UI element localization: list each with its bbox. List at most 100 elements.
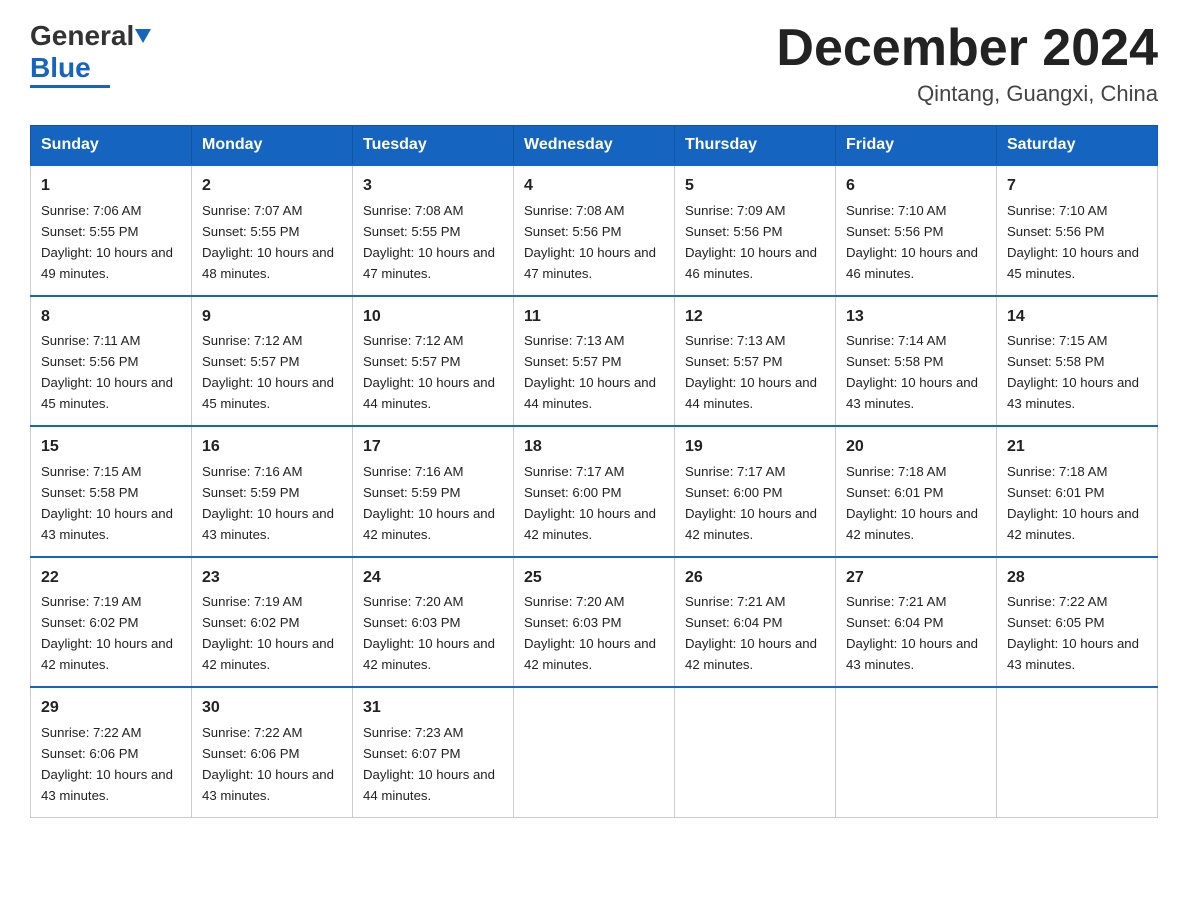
- calendar-cell: [675, 687, 836, 817]
- calendar-cell: 4 Sunrise: 7:08 AMSunset: 5:56 PMDaylight…: [514, 165, 675, 295]
- calendar-cell: 21 Sunrise: 7:18 AMSunset: 6:01 PMDayligh…: [997, 426, 1158, 556]
- day-info: Sunrise: 7:17 AMSunset: 6:00 PMDaylight:…: [524, 464, 656, 542]
- calendar-week-4: 22 Sunrise: 7:19 AMSunset: 6:02 PMDayligh…: [31, 557, 1158, 687]
- calendar-cell: 16 Sunrise: 7:16 AMSunset: 5:59 PMDayligh…: [192, 426, 353, 556]
- day-info: Sunrise: 7:20 AMSunset: 6:03 PMDaylight:…: [524, 594, 656, 672]
- header-row: Sunday Monday Tuesday Wednesday Thursday…: [31, 126, 1158, 166]
- calendar-cell: [836, 687, 997, 817]
- day-info: Sunrise: 7:19 AMSunset: 6:02 PMDaylight:…: [41, 594, 173, 672]
- calendar-table: Sunday Monday Tuesday Wednesday Thursday…: [30, 125, 1158, 817]
- calendar-cell: 3Sunrise: 7:08 AMSunset: 5:55 PMDaylight…: [353, 165, 514, 295]
- day-number: 6: [846, 174, 986, 199]
- col-monday: Monday: [192, 126, 353, 166]
- calendar-week-3: 15Sunrise: 7:15 AMSunset: 5:58 PMDayligh…: [31, 426, 1158, 556]
- day-info: Sunrise: 7:12 AMSunset: 5:57 PMDaylight:…: [363, 333, 495, 411]
- logo: General Blue: [30, 20, 151, 88]
- day-info: Sunrise: 7:22 AMSunset: 6:06 PMDaylight:…: [41, 725, 173, 803]
- day-info: Sunrise: 7:18 AMSunset: 6:01 PMDaylight:…: [1007, 464, 1139, 542]
- day-info: Sunrise: 7:21 AMSunset: 6:04 PMDaylight:…: [685, 594, 817, 672]
- day-info: Sunrise: 7:20 AMSunset: 6:03 PMDaylight:…: [363, 594, 495, 672]
- calendar-cell: 6 Sunrise: 7:10 AMSunset: 5:56 PMDaylight…: [836, 165, 997, 295]
- logo-row: General: [30, 20, 151, 52]
- day-info: Sunrise: 7:14 AMSunset: 5:58 PMDaylight:…: [846, 333, 978, 411]
- day-number: 23: [202, 566, 342, 591]
- day-info: Sunrise: 7:18 AMSunset: 6:01 PMDaylight:…: [846, 464, 978, 542]
- day-number: 25: [524, 566, 664, 591]
- calendar-cell: 15Sunrise: 7:15 AMSunset: 5:58 PMDayligh…: [31, 426, 192, 556]
- day-number: 13: [846, 305, 986, 330]
- day-number: 1: [41, 174, 181, 199]
- calendar-cell: 26 Sunrise: 7:21 AMSunset: 6:04 PMDayligh…: [675, 557, 836, 687]
- col-tuesday: Tuesday: [353, 126, 514, 166]
- calendar-cell: [997, 687, 1158, 817]
- calendar-cell: 14 Sunrise: 7:15 AMSunset: 5:58 PMDayligh…: [997, 296, 1158, 426]
- calendar-cell: 7Sunrise: 7:10 AMSunset: 5:56 PMDaylight…: [997, 165, 1158, 295]
- calendar-body: 1 Sunrise: 7:06 AMSunset: 5:55 PMDaylight…: [31, 165, 1158, 817]
- day-number: 24: [363, 566, 503, 591]
- calendar-cell: 19 Sunrise: 7:17 AMSunset: 6:00 PMDayligh…: [675, 426, 836, 556]
- day-info: Sunrise: 7:09 AMSunset: 5:56 PMDaylight:…: [685, 203, 817, 281]
- day-number: 9: [202, 305, 342, 330]
- day-number: 26: [685, 566, 825, 591]
- day-number: 20: [846, 435, 986, 460]
- day-info: Sunrise: 7:22 AMSunset: 6:05 PMDaylight:…: [1007, 594, 1139, 672]
- day-info: Sunrise: 7:22 AMSunset: 6:06 PMDaylight:…: [202, 725, 334, 803]
- calendar-cell: 31Sunrise: 7:23 AMSunset: 6:07 PMDayligh…: [353, 687, 514, 817]
- calendar-cell: [514, 687, 675, 817]
- logo-blue-row: Blue: [30, 52, 91, 84]
- title-area: December 2024 Qintang, Guangxi, China: [776, 20, 1158, 107]
- day-number: 28: [1007, 566, 1147, 591]
- calendar-cell: 17Sunrise: 7:16 AMSunset: 5:59 PMDayligh…: [353, 426, 514, 556]
- day-number: 15: [41, 435, 181, 460]
- calendar-cell: 22 Sunrise: 7:19 AMSunset: 6:02 PMDayligh…: [31, 557, 192, 687]
- calendar-cell: 29Sunrise: 7:22 AMSunset: 6:06 PMDayligh…: [31, 687, 192, 817]
- logo-general-text: General: [30, 20, 134, 52]
- calendar-cell: 11Sunrise: 7:13 AMSunset: 5:57 PMDayligh…: [514, 296, 675, 426]
- day-info: Sunrise: 7:16 AMSunset: 5:59 PMDaylight:…: [363, 464, 495, 542]
- day-info: Sunrise: 7:12 AMSunset: 5:57 PMDaylight:…: [202, 333, 334, 411]
- day-info: Sunrise: 7:17 AMSunset: 6:00 PMDaylight:…: [685, 464, 817, 542]
- calendar-cell: 12 Sunrise: 7:13 AMSunset: 5:57 PMDayligh…: [675, 296, 836, 426]
- day-number: 18: [524, 435, 664, 460]
- calendar-cell: 24 Sunrise: 7:20 AMSunset: 6:03 PMDayligh…: [353, 557, 514, 687]
- calendar-cell: 18 Sunrise: 7:17 AMSunset: 6:00 PMDayligh…: [514, 426, 675, 556]
- day-info: Sunrise: 7:21 AMSunset: 6:04 PMDaylight:…: [846, 594, 978, 672]
- day-number: 21: [1007, 435, 1147, 460]
- day-number: 8: [41, 305, 181, 330]
- day-info: Sunrise: 7:15 AMSunset: 5:58 PMDaylight:…: [1007, 333, 1139, 411]
- day-number: 14: [1007, 305, 1147, 330]
- col-sunday: Sunday: [31, 126, 192, 166]
- calendar-cell: 28 Sunrise: 7:22 AMSunset: 6:05 PMDayligh…: [997, 557, 1158, 687]
- calendar-cell: 13 Sunrise: 7:14 AMSunset: 5:58 PMDayligh…: [836, 296, 997, 426]
- day-number: 30: [202, 696, 342, 721]
- calendar-week-1: 1 Sunrise: 7:06 AMSunset: 5:55 PMDaylight…: [31, 165, 1158, 295]
- day-info: Sunrise: 7:11 AMSunset: 5:56 PMDaylight:…: [41, 333, 173, 411]
- day-number: 3: [363, 174, 503, 199]
- day-info: Sunrise: 7:19 AMSunset: 6:02 PMDaylight:…: [202, 594, 334, 672]
- day-number: 27: [846, 566, 986, 591]
- calendar-cell: 20 Sunrise: 7:18 AMSunset: 6:01 PMDayligh…: [836, 426, 997, 556]
- day-info: Sunrise: 7:06 AMSunset: 5:55 PMDaylight:…: [41, 203, 173, 281]
- day-number: 19: [685, 435, 825, 460]
- day-info: Sunrise: 7:13 AMSunset: 5:57 PMDaylight:…: [524, 333, 656, 411]
- calendar-cell: 5 Sunrise: 7:09 AMSunset: 5:56 PMDaylight…: [675, 165, 836, 295]
- day-info: Sunrise: 7:08 AMSunset: 5:56 PMDaylight:…: [524, 203, 656, 281]
- day-info: Sunrise: 7:10 AMSunset: 5:56 PMDaylight:…: [846, 203, 978, 281]
- calendar-cell: 2Sunrise: 7:07 AMSunset: 5:55 PMDaylight…: [192, 165, 353, 295]
- day-number: 4: [524, 174, 664, 199]
- calendar-header: Sunday Monday Tuesday Wednesday Thursday…: [31, 126, 1158, 166]
- col-wednesday: Wednesday: [514, 126, 675, 166]
- day-info: Sunrise: 7:13 AMSunset: 5:57 PMDaylight:…: [685, 333, 817, 411]
- day-number: 16: [202, 435, 342, 460]
- logo-icon: [135, 29, 151, 43]
- logo-blue-text: Blue: [30, 52, 91, 84]
- day-number: 22: [41, 566, 181, 591]
- calendar-cell: 10Sunrise: 7:12 AMSunset: 5:57 PMDayligh…: [353, 296, 514, 426]
- day-number: 12: [685, 305, 825, 330]
- page-title: December 2024: [776, 20, 1158, 77]
- day-number: 5: [685, 174, 825, 199]
- calendar-week-5: 29Sunrise: 7:22 AMSunset: 6:06 PMDayligh…: [31, 687, 1158, 817]
- calendar-cell: 9 Sunrise: 7:12 AMSunset: 5:57 PMDaylight…: [192, 296, 353, 426]
- col-saturday: Saturday: [997, 126, 1158, 166]
- day-info: Sunrise: 7:16 AMSunset: 5:59 PMDaylight:…: [202, 464, 334, 542]
